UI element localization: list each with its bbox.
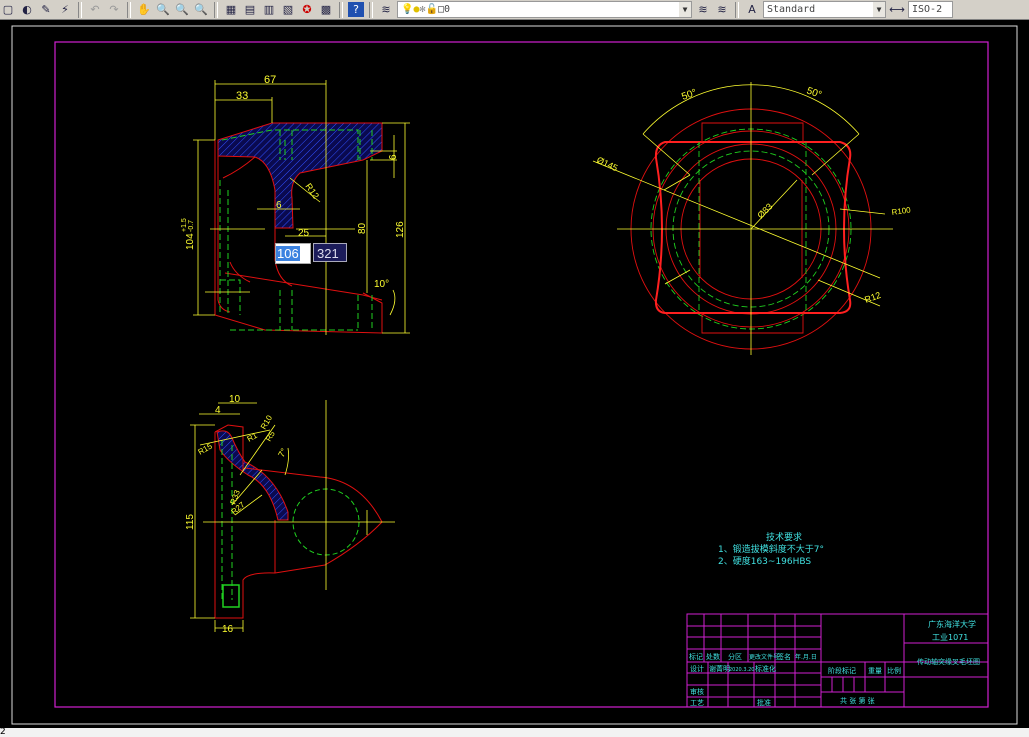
dim-33: 33 [236,90,248,102]
dim-115: 115 [185,514,196,530]
drawing-name: 传动轴突缘叉毛坯图 [917,657,980,666]
scale-label: 比例 [887,666,901,675]
dimension-style-icon[interactable]: ⟷ [889,2,905,17]
text-style-dropdown[interactable]: Standard ▼ [763,1,886,18]
header-date: 年.月.日 [795,653,817,661]
dim-104-tol-lower: -0.7 [188,220,195,232]
class-name: 工业1071 [932,632,968,642]
help-icon[interactable]: ? [348,2,364,17]
dimension-style-dropdown[interactable]: ISO-2 [908,1,953,18]
notes-title: 技术要求 [766,531,802,543]
dynamic-input-value-1: 106 [276,246,300,261]
header-change-doc: 更改文件号 [749,653,779,661]
stage-mark-label: 阶段标记 [828,666,856,675]
header-zone: 分区 [728,652,742,661]
header-mark: 标记 [689,652,703,661]
pencil-icon[interactable]: ✎ [38,2,54,17]
open-icon[interactable]: ◐ [19,2,35,17]
dim-10: 10 [229,394,241,405]
header-signature: 签名 [777,652,791,661]
sheet-set-icon[interactable]: ▧ [280,2,296,17]
dim-104: 104 [185,233,196,250]
layer-name: 0 [444,4,451,15]
lightbulb-icon: 💡 [401,4,414,15]
dimension-style-value: ISO-2 [912,4,943,15]
properties-icon[interactable]: ▦ [223,2,239,17]
design-label: 设计 [690,664,704,673]
markup-icon[interactable]: ✪ [299,2,315,17]
dim-6-web: 6 [276,200,282,211]
model-space-background [0,20,1029,728]
new-icon[interactable]: ▢ [0,2,16,17]
standard-toolbar: ▢ ◐ ✎ ⚡ ↶ ↷ ✋ 🔍 🔍 🔍 ▦ ▤ ▥ ▧ ✪ ▩ ? ≋ 💡 ● … [0,0,1029,20]
zoom-previous-icon[interactable]: 🔍 [193,2,209,17]
match-properties-icon[interactable]: ⚡ [57,2,73,17]
tool-palettes-icon[interactable]: ▥ [261,2,277,17]
text-style-icon[interactable]: A [744,2,760,17]
dynamic-input-field-1[interactable]: 106 [275,243,311,264]
standardization-label: 标准化 [755,664,776,673]
calculator-icon[interactable]: ▩ [318,2,334,17]
design-center-icon[interactable]: ▤ [242,2,258,17]
dim-6-flange: 6 [388,154,399,160]
redo-icon[interactable]: ↷ [106,2,122,17]
dim-126: 126 [395,221,406,238]
dim-67: 67 [264,74,276,86]
command-line-text: 2 [0,727,6,737]
command-line[interactable]: 2 [0,728,1029,737]
sheets-label: 共 张 第 张 [840,696,875,705]
weight-label: 重量 [868,667,882,675]
zoom-window-icon[interactable]: 🔍 [174,2,190,17]
school-name: 广东海洋大学 [928,619,976,629]
make-current-layer-icon[interactable]: ≋ [695,2,711,17]
approve-label: 批准 [757,698,771,707]
chevron-down-icon[interactable]: ▼ [679,2,691,17]
note-2: 2、硬度163~196HBS [718,555,811,567]
note-1: 1、锻造拔模斜度不大于7° [718,543,824,555]
undo-icon[interactable]: ↶ [87,2,103,17]
review-label: 审核 [690,687,704,696]
chevron-down-icon[interactable]: ▼ [873,2,885,17]
dynamic-input-field-2[interactable]: 321 [313,243,347,262]
dim-angle-10: 10° [374,279,389,290]
process-label: 工艺 [690,699,704,707]
header-count: 处数 [706,652,720,661]
drawing-canvas[interactable]: 67 33 104 +1.5 -0.7 R12 6 25 80 126 6 10… [0,0,1029,737]
dim-104-tol-upper: +1.5 [181,218,188,232]
dim-25: 25 [298,228,310,239]
dim-80: 80 [357,222,368,234]
dim-16: 16 [222,624,234,635]
layer-manager-icon[interactable]: ≋ [378,2,394,17]
text-style-value: Standard [767,4,816,15]
lock-icon: 🔓 [425,4,438,15]
layer-dropdown[interactable]: 💡 ● ✻ 🔓 □ 0 ▼ [397,1,692,18]
layer-previous-icon[interactable]: ≋ [714,2,730,17]
designer-name: 谢菁明 [709,664,730,673]
zoom-realtime-icon[interactable]: 🔍 [155,2,171,17]
pan-icon[interactable]: ✋ [136,2,152,17]
design-date: 2020.3.20 [729,667,754,673]
dim-4: 4 [215,405,221,416]
